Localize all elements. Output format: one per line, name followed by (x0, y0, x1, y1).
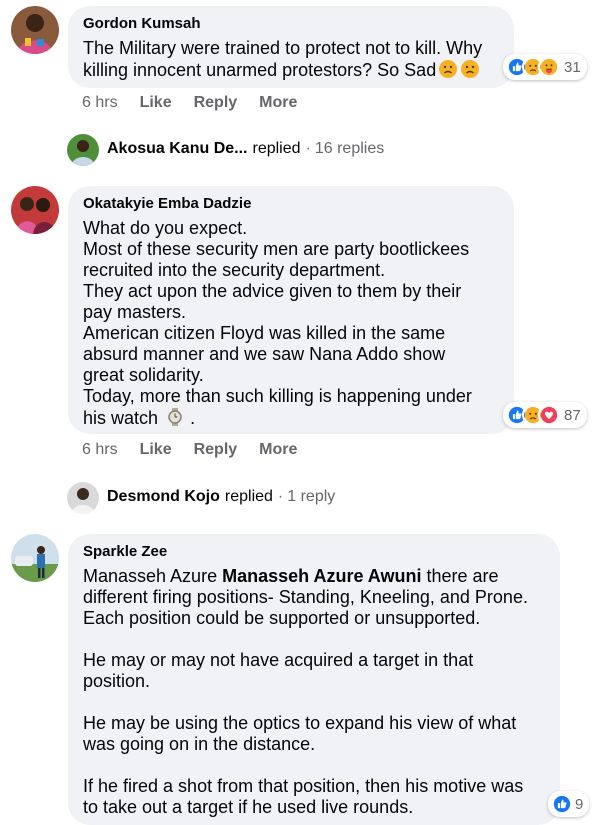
reply-count: 16 replies (314, 140, 385, 157)
love-icon (538, 404, 560, 426)
comment-actions: 6 hrs Like Reply More (82, 441, 319, 459)
comment-author[interactable]: Gordon Kumsah (83, 14, 500, 33)
more-button[interactable]: More (259, 441, 297, 459)
comment-bubble-sparkle-zee: Sparkle Zee Manasseh Azure Manasseh Azur… (68, 534, 560, 825)
avatar-gordon-kumsah[interactable] (11, 6, 59, 54)
sad-face-emoji-icon (438, 59, 458, 79)
care-icon (538, 56, 560, 78)
comment-bubble-gordon: Gordon Kumsah The Military were trained … (68, 6, 514, 88)
comment-text: The Military were trained to protect not… (83, 38, 483, 80)
mention-link[interactable]: Manasseh Azure Awuni (222, 566, 421, 586)
watch-emoji-icon (165, 407, 185, 427)
reactions-summary[interactable]: 31 (503, 54, 587, 80)
like-icon (551, 793, 573, 815)
avatar-akosua-kanu[interactable] (67, 134, 99, 166)
reactions-summary[interactable]: 9 (548, 791, 590, 817)
reactions-summary[interactable]: 87 (503, 402, 587, 428)
view-replies-link[interactable]: Desmond Kojo replied · 1 reply (107, 488, 335, 506)
reply-button[interactable]: Reply (194, 94, 238, 112)
sad-face-emoji-icon (460, 59, 480, 79)
comment-text: Manasseh Azure Manasseh Azure Awuni ther… (83, 566, 528, 817)
reply-author: Desmond Kojo (107, 488, 220, 505)
reaction-count: 31 (564, 58, 581, 76)
comment-author[interactable]: Okatakyie Emba Dadzie (83, 194, 500, 213)
comment-timestamp[interactable]: 6 hrs (82, 441, 118, 459)
more-button[interactable]: More (259, 94, 297, 112)
reply-button[interactable]: Reply (194, 441, 238, 459)
reaction-count: 87 (564, 406, 581, 424)
reply-author: Akosua Kanu De... (107, 140, 248, 157)
comment-bubble-okatakyie: Okatakyie Emba Dadzie What do you expect… (68, 186, 514, 434)
mention-plain[interactable]: Manasseh Azure (83, 566, 217, 586)
reply-count: 1 reply (287, 488, 336, 505)
like-button[interactable]: Like (140, 441, 172, 459)
comment-actions: 6 hrs Like Reply More (82, 94, 319, 112)
reaction-count: 9 (575, 795, 584, 813)
avatar-desmond-kojo[interactable] (67, 482, 99, 514)
comment-author[interactable]: Sparkle Zee (83, 542, 546, 561)
avatar-okatakyie-emba-dadzie[interactable] (11, 186, 59, 234)
avatar-sparkle-zee[interactable] (11, 534, 59, 582)
like-button[interactable]: Like (140, 94, 172, 112)
comment-text: What do you expect. Most of these securi… (83, 218, 472, 428)
comment-timestamp[interactable]: 6 hrs (82, 94, 118, 112)
view-replies-link[interactable]: Akosua Kanu De... replied · 16 replies (107, 140, 384, 158)
